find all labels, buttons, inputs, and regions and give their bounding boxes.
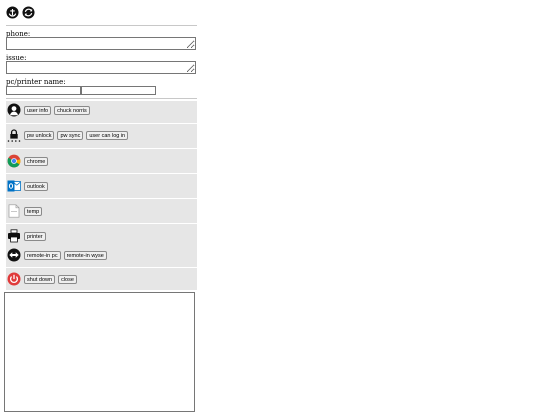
pw-sync-button[interactable]: pw sync: [57, 130, 84, 140]
printer-name-input[interactable]: [81, 86, 156, 95]
phone-field[interactable]: [6, 37, 196, 50]
printer-icon: [7, 229, 21, 243]
remote-icon: [7, 248, 21, 262]
chrome-section: chrome: [6, 149, 197, 173]
chrome-icon: [7, 154, 21, 168]
top-toolbar: [6, 6, 35, 20]
outlook-button[interactable]: outlook: [24, 181, 48, 191]
chrome-button[interactable]: chrome: [24, 156, 49, 166]
pw-unlock-button[interactable]: pw unlock: [24, 130, 55, 140]
power-icon: [7, 272, 21, 286]
anchor-icon[interactable]: [6, 6, 19, 19]
divider: [6, 98, 197, 99]
outlook-section: outlook: [6, 174, 197, 198]
pc-name-input[interactable]: [6, 86, 81, 95]
refresh-icon[interactable]: [22, 6, 35, 19]
shut-down-button[interactable]: shut down: [24, 274, 56, 284]
divider: [6, 25, 197, 26]
temp-file-icon: [7, 204, 21, 218]
lock-icon: [7, 128, 21, 142]
output-panel[interactable]: [4, 292, 195, 412]
user-info-button[interactable]: user info: [24, 105, 52, 115]
chuck-norris-button[interactable]: chuck norris: [54, 105, 90, 115]
user-can-log-in-button[interactable]: user can log in: [86, 130, 129, 140]
temp-button[interactable]: temp: [24, 206, 43, 216]
remote-in-pc-button[interactable]: remote-in pc: [24, 250, 61, 260]
printer-button[interactable]: printer: [24, 231, 46, 241]
issue-field[interactable]: [6, 61, 196, 74]
printer-remote-section: printer remote-in pc remote-in wyse: [6, 224, 197, 267]
temp-section: temp: [6, 199, 197, 223]
power-section: shut down close: [6, 268, 197, 290]
password-section: pw unlock pw sync user can log in: [6, 124, 197, 148]
outlook-icon: [7, 179, 21, 193]
close-button[interactable]: close: [58, 274, 77, 284]
user-section: user info chuck norris: [6, 101, 197, 123]
user-icon: [7, 103, 21, 117]
remote-in-wyse-button[interactable]: remote-in wyse: [63, 250, 107, 260]
pc-printer-label: pc/printer name:: [6, 78, 66, 86]
